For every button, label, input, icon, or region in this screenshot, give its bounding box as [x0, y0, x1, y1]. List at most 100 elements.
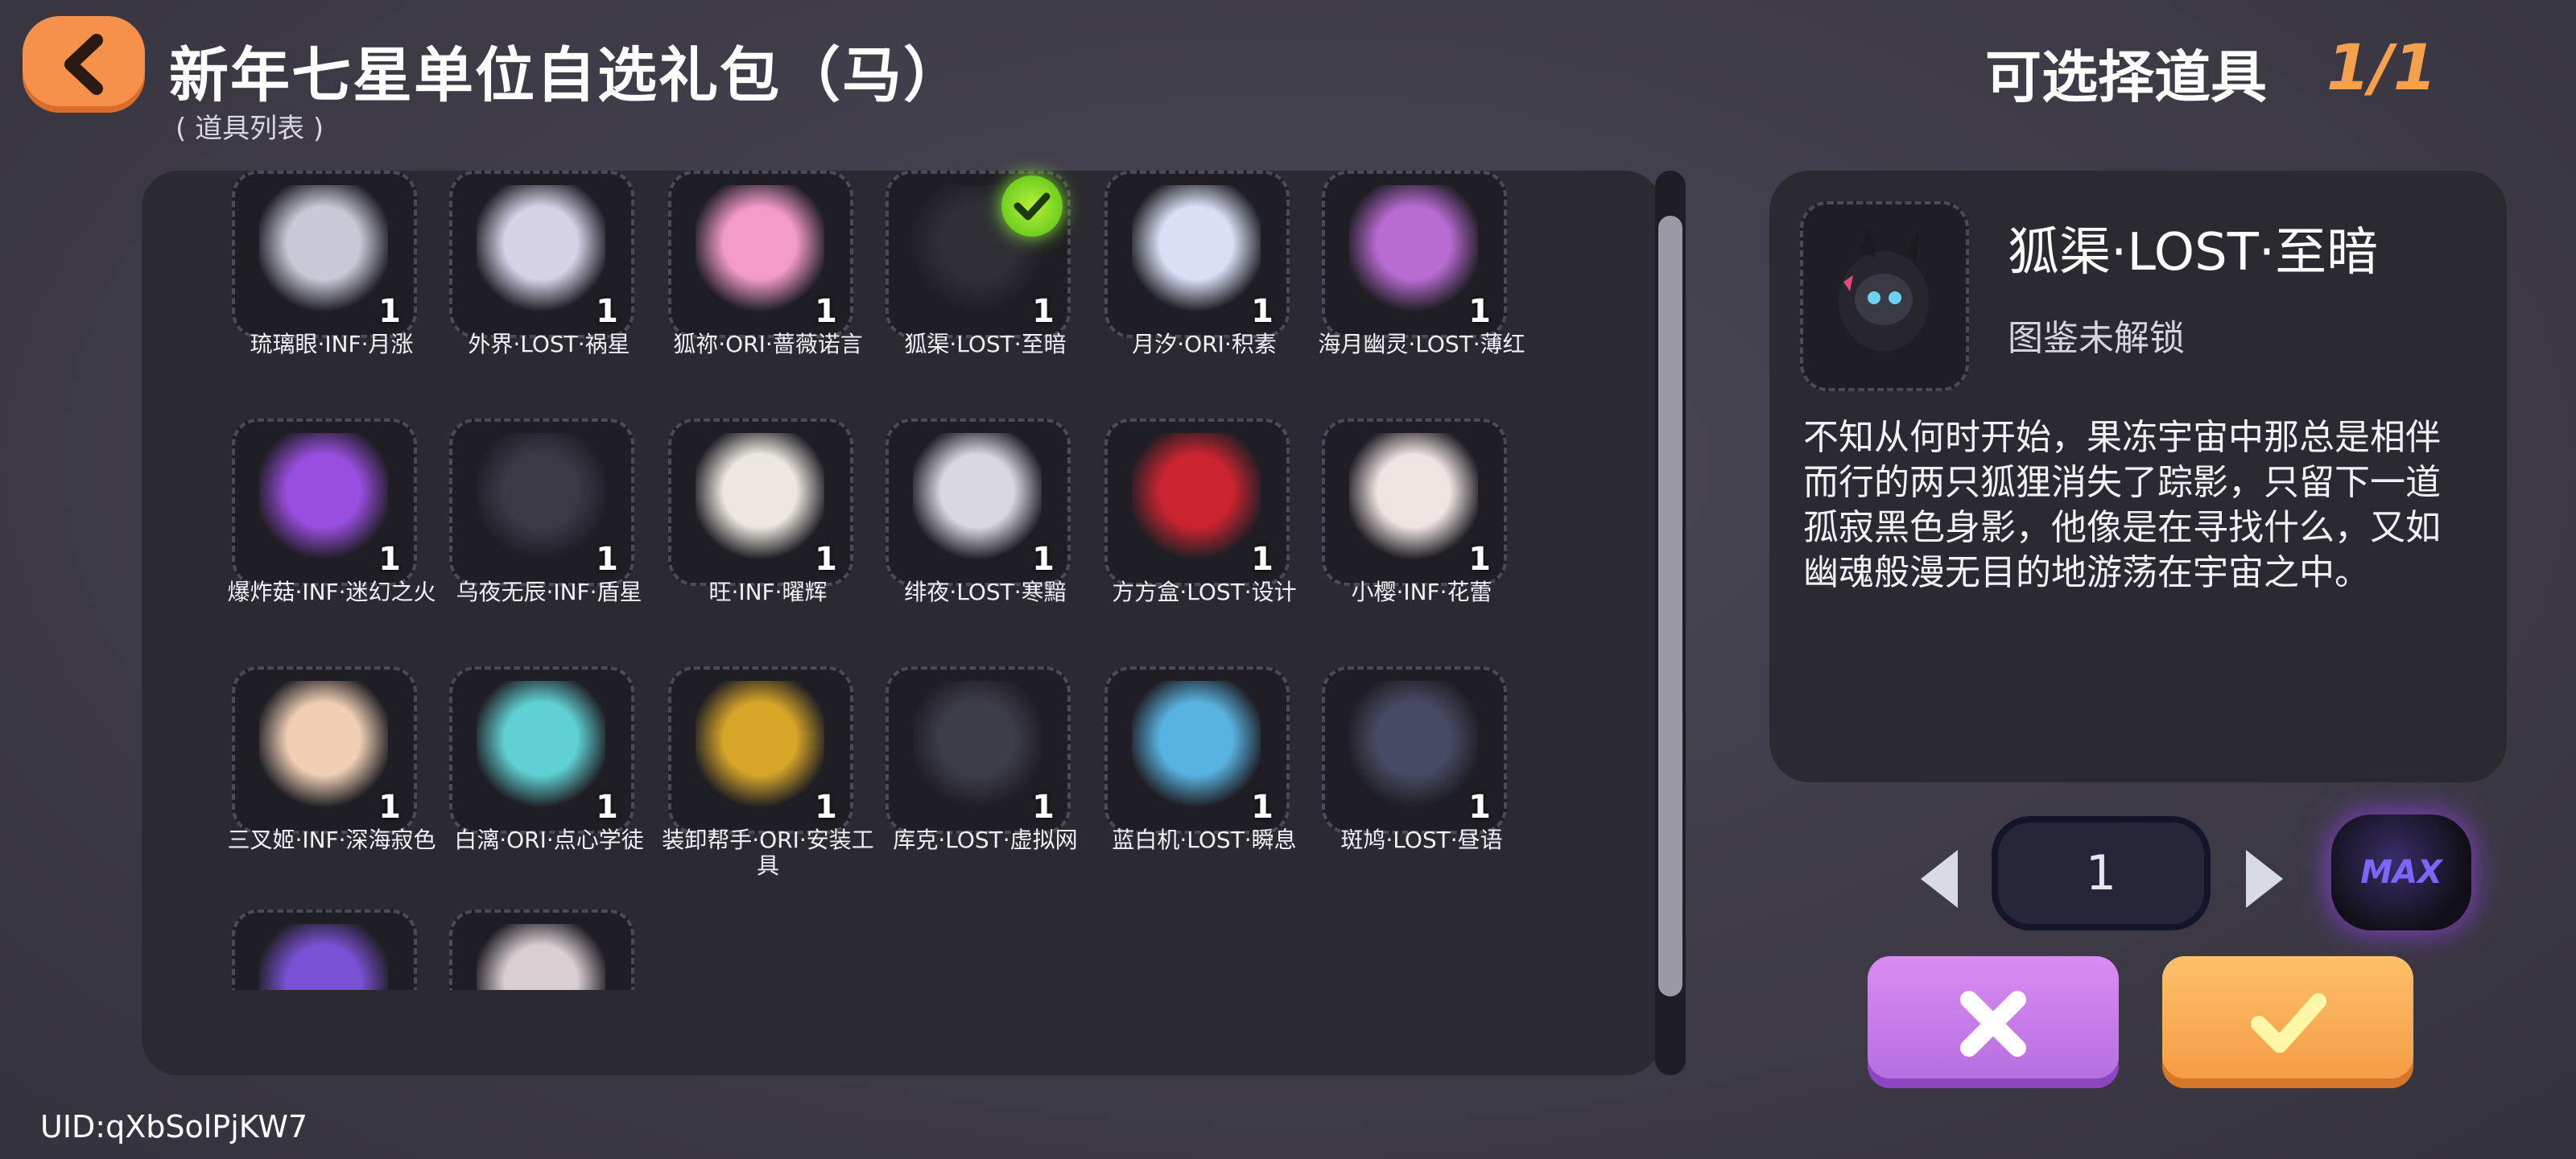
item-quantity: 1 — [596, 293, 618, 330]
item-icon-tile: 1 — [1104, 171, 1290, 338]
scrollbar-thumb[interactable] — [1658, 216, 1682, 996]
item-icon-tile: 1 — [668, 666, 853, 834]
cancel-button[interactable] — [1868, 956, 2119, 1088]
close-icon — [1960, 991, 2026, 1057]
item-quantity: 1 — [378, 789, 401, 826]
user-id: UID:qXbSolPjKW7 — [40, 1109, 308, 1145]
item-slot[interactable]: 1 爆炸菇·INF·迷幻之火 — [227, 419, 436, 660]
item-portrait-icon — [1132, 433, 1261, 562]
item-icon-tile: 1 — [232, 171, 417, 338]
item-slot[interactable]: 1 琉璃眼·INF·月涨 — [227, 171, 436, 412]
item-portrait-icon — [477, 433, 605, 562]
detail-unlock-status: 图鉴未解锁 — [2008, 318, 2185, 359]
item-quantity: 1 — [1251, 541, 1274, 578]
item-slot[interactable]: 1 海月幽灵·LOST·薄红 — [1317, 171, 1526, 412]
item-slot[interactable]: 1 装卸帮手·ORI·安装工具 — [662, 666, 874, 908]
item-portrait-icon — [696, 433, 824, 562]
item-slot[interactable]: 1 斑鸠·LOST·昼语 — [1317, 666, 1526, 908]
back-button[interactable] — [23, 16, 145, 113]
item-icon-tile: 1 — [668, 419, 853, 586]
item-name: 乌夜无辰·INF·盾星 — [456, 579, 642, 605]
item-portrait-icon — [477, 924, 605, 990]
item-icon-tile: 1 — [1104, 666, 1290, 834]
item-name: 琉璃眼·INF·月涨 — [250, 331, 414, 357]
item-quantity: 1 — [1251, 789, 1274, 826]
item-slot[interactable]: 1 旺·INF·曜辉 — [663, 419, 873, 660]
item-name: 绯夜·LOST·寒黯 — [904, 579, 1067, 605]
item-slot[interactable]: 1 — [227, 909, 436, 990]
item-quantity: 1 — [596, 789, 618, 826]
selectable-items-label: 可选择道具 — [1985, 44, 2267, 110]
item-name: 外界·LOST·祸星 — [468, 331, 630, 357]
selectable-items-count: 1/1 — [2326, 32, 2438, 105]
checkmark-icon — [2251, 993, 2326, 1053]
item-slot[interactable]: 1 月汐·ORI·积素 — [1100, 171, 1309, 412]
item-quantity: 1 — [1468, 293, 1491, 330]
item-icon-tile: 1 — [232, 909, 417, 990]
item-icon-tile: 1 — [232, 666, 417, 834]
item-icon-tile: 1 — [232, 419, 417, 586]
item-portrait-icon — [259, 924, 388, 990]
max-quantity-button[interactable]: MAX — [2331, 815, 2471, 930]
item-name: 旺·INF·曜辉 — [708, 579, 828, 605]
item-icon-tile: 1 — [1104, 419, 1290, 586]
item-name: 月汐·ORI·积素 — [1132, 331, 1277, 357]
item-icon-tile: 1 — [668, 171, 853, 338]
chevron-left-icon — [64, 34, 103, 95]
item-portrait-icon — [477, 681, 605, 810]
item-portrait-icon — [1132, 185, 1261, 314]
item-portrait-icon — [1349, 185, 1478, 314]
item-icon-tile: 1 — [1322, 666, 1507, 834]
item-icon-tile: 1 — [1322, 419, 1507, 586]
item-quantity: 1 — [815, 789, 837, 826]
detail-item-icon — [1800, 201, 1969, 391]
item-name: 三叉姬·INF·深海寂色 — [227, 827, 436, 853]
item-name: 白漓·ORI·点心学徒 — [454, 827, 644, 853]
item-quantity: 1 — [1468, 789, 1491, 826]
item-portrait-icon — [477, 185, 605, 314]
item-name: 爆炸菇·INF·迷幻之火 — [227, 579, 436, 605]
item-name: 狐渠·LOST·至暗 — [904, 331, 1067, 357]
item-slot[interactable]: 1 外界·LOST·祸星 — [444, 171, 654, 412]
item-slot[interactable]: 1 蓝白机·LOST·瞬息 — [1100, 666, 1309, 908]
item-portrait-icon — [1349, 681, 1478, 810]
item-slot[interactable]: 1 三叉姬·INF·深海寂色 — [227, 666, 436, 908]
item-icon-tile: 1 — [449, 909, 634, 990]
item-icon-tile: 1 — [449, 419, 634, 586]
item-slot[interactable]: 1 乌夜无辰·INF·盾星 — [444, 419, 654, 660]
increase-arrow-icon[interactable] — [2240, 847, 2288, 911]
item-quantity: 1 — [378, 541, 401, 578]
detail-item-name: 狐渠·LOST·至暗 — [2008, 223, 2379, 283]
item-slot[interactable]: 1 小樱·INF·花蕾 — [1317, 419, 1526, 660]
decrease-arrow-icon[interactable] — [1916, 847, 1964, 911]
page-subtitle: ( 道具列表 ) — [175, 113, 324, 145]
item-slot[interactable]: 1 绯夜·LOST·寒黯 — [881, 419, 1090, 660]
item-icon-tile: 1 — [1322, 171, 1507, 338]
item-portrait-icon — [259, 681, 388, 810]
item-portrait-icon — [259, 433, 388, 562]
item-quantity: 1 — [815, 293, 837, 330]
item-name: 小樱·INF·花蕾 — [1351, 579, 1492, 605]
item-icon-tile: 1 — [449, 171, 634, 338]
item-slot[interactable]: 1 方方盒·LOST·设计 — [1100, 419, 1309, 660]
item-portrait-icon — [1349, 433, 1478, 562]
item-quantity: 1 — [1032, 293, 1055, 330]
item-name: 海月幽灵·LOST·薄红 — [1318, 331, 1525, 357]
item-name: 斑鸠·LOST·昼语 — [1340, 827, 1503, 853]
item-portrait-icon — [913, 433, 1042, 562]
item-name: 狐祢·ORI·蔷薇诺言 — [673, 331, 863, 357]
item-portrait-icon — [696, 185, 824, 314]
item-quantity: 1 — [815, 541, 837, 578]
item-icon-tile: 1 — [449, 666, 634, 834]
item-quantity: 1 — [378, 293, 401, 330]
item-slot[interactable]: 1 狐祢·ORI·蔷薇诺言 — [663, 171, 873, 412]
quantity-field[interactable]: 1 — [1992, 816, 2211, 930]
item-name: 装卸帮手·ORI·安装工具 — [662, 827, 874, 879]
item-slot[interactable]: 1 白漓·ORI·点心学徒 — [444, 666, 654, 908]
item-slot[interactable]: 1 — [444, 909, 654, 990]
detail-description: 不知从何时开始，果冻宇宙中那总是相伴而行的两只狐狸消失了踪影，只留下一道孤寂黑色… — [1803, 417, 2441, 593]
confirm-button[interactable] — [2162, 956, 2413, 1088]
item-quantity: 1 — [1468, 541, 1491, 578]
page-title: 新年七星单位自选礼包（马） — [169, 41, 964, 110]
item-slot[interactable]: 1 库克·LOST·虚拟网 — [881, 666, 1090, 908]
